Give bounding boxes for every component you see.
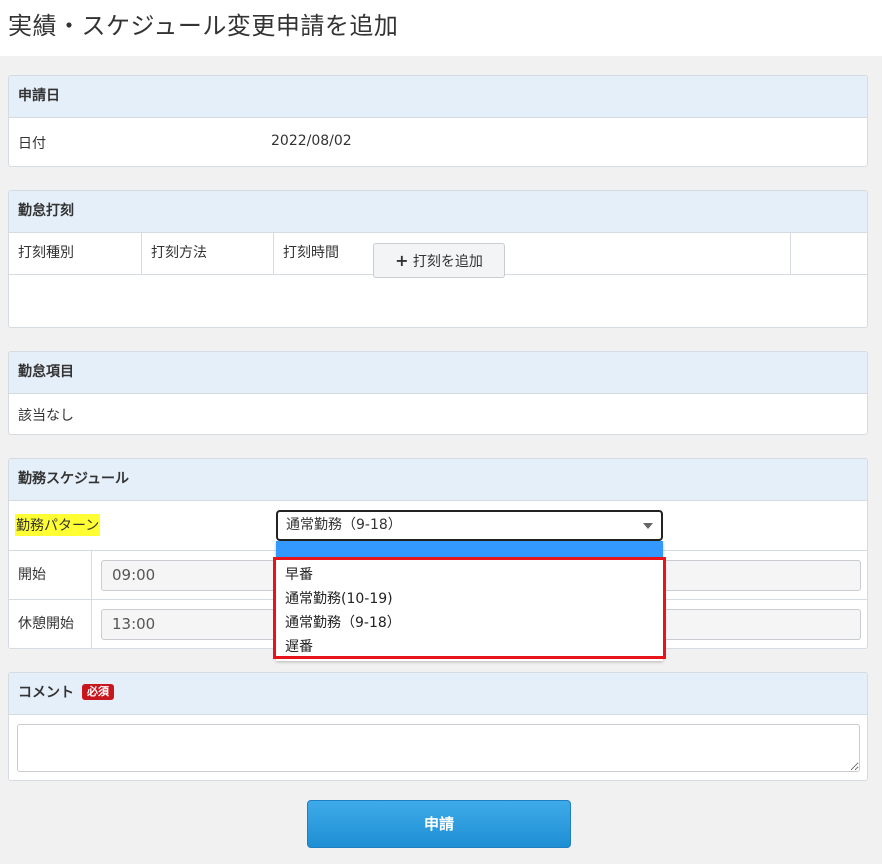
pattern-option-normal-9-18[interactable]: 通常勤務（9-18）	[276, 611, 663, 635]
add-punch-button[interactable]: + 打刻を追加	[373, 243, 505, 278]
pattern-label: 勤務パターン	[15, 514, 101, 536]
dropdown-selected-highlight	[276, 541, 663, 557]
pattern-option-early[interactable]: 早番	[276, 563, 663, 587]
punch-col-method: 打刻方法	[142, 233, 274, 274]
chevron-down-icon	[643, 523, 653, 529]
date-value: 2022/08/02	[271, 133, 352, 149]
add-punch-label: 打刻を追加	[412, 254, 483, 270]
punch-col-time: 打刻時間	[274, 233, 791, 274]
attendance-items-row: 該当なし	[9, 394, 867, 434]
pattern-dropdown-list: 早番 通常勤務(10-19) 通常勤務（9-18） 遅番	[273, 541, 666, 661]
pattern-option-normal-10-19[interactable]: 通常勤務(10-19)	[276, 587, 663, 611]
pattern-option-late[interactable]: 遅番	[276, 635, 663, 659]
comment-header: コメント 必須	[9, 673, 867, 715]
pattern-selected-value: 通常勤務（9-18）	[286, 517, 402, 533]
break-label: 休憩開始	[9, 600, 92, 648]
punch-panel: 勤怠打刻 打刻種別 打刻方法 打刻時間 + 打刻を追加	[8, 190, 868, 328]
attendance-items-panel: 勤怠項目 該当なし	[8, 351, 868, 435]
comment-panel: コメント 必須	[8, 672, 868, 781]
plus-icon: +	[395, 251, 409, 270]
punch-col-type: 打刻種別	[9, 233, 142, 274]
comment-textarea[interactable]	[17, 724, 860, 772]
comment-header-label: コメント	[18, 685, 74, 701]
page-header: 実績・スケジュール変更申請を追加	[0, 0, 882, 56]
date-row: 日付 2022/08/02	[9, 118, 867, 166]
submit-button[interactable]: 申請	[307, 800, 571, 848]
attendance-items-value: 該当なし	[18, 408, 74, 424]
attendance-items-header: 勤怠項目	[9, 352, 867, 394]
page-title: 実績・スケジュール変更申請を追加	[8, 12, 399, 40]
dropdown-options-annotation: 早番 通常勤務(10-19) 通常勤務（9-18） 遅番	[273, 557, 666, 659]
start-label: 開始	[9, 551, 92, 599]
date-label: 日付	[18, 136, 46, 152]
schedule-header: 勤務スケジュール	[9, 459, 867, 501]
pattern-select[interactable]: 通常勤務（9-18）	[276, 510, 663, 541]
request-date-panel: 申請日 日付 2022/08/02	[8, 75, 868, 167]
required-badge: 必須	[82, 684, 114, 700]
request-date-header: 申請日	[9, 76, 867, 118]
punch-header: 勤怠打刻	[9, 191, 867, 233]
